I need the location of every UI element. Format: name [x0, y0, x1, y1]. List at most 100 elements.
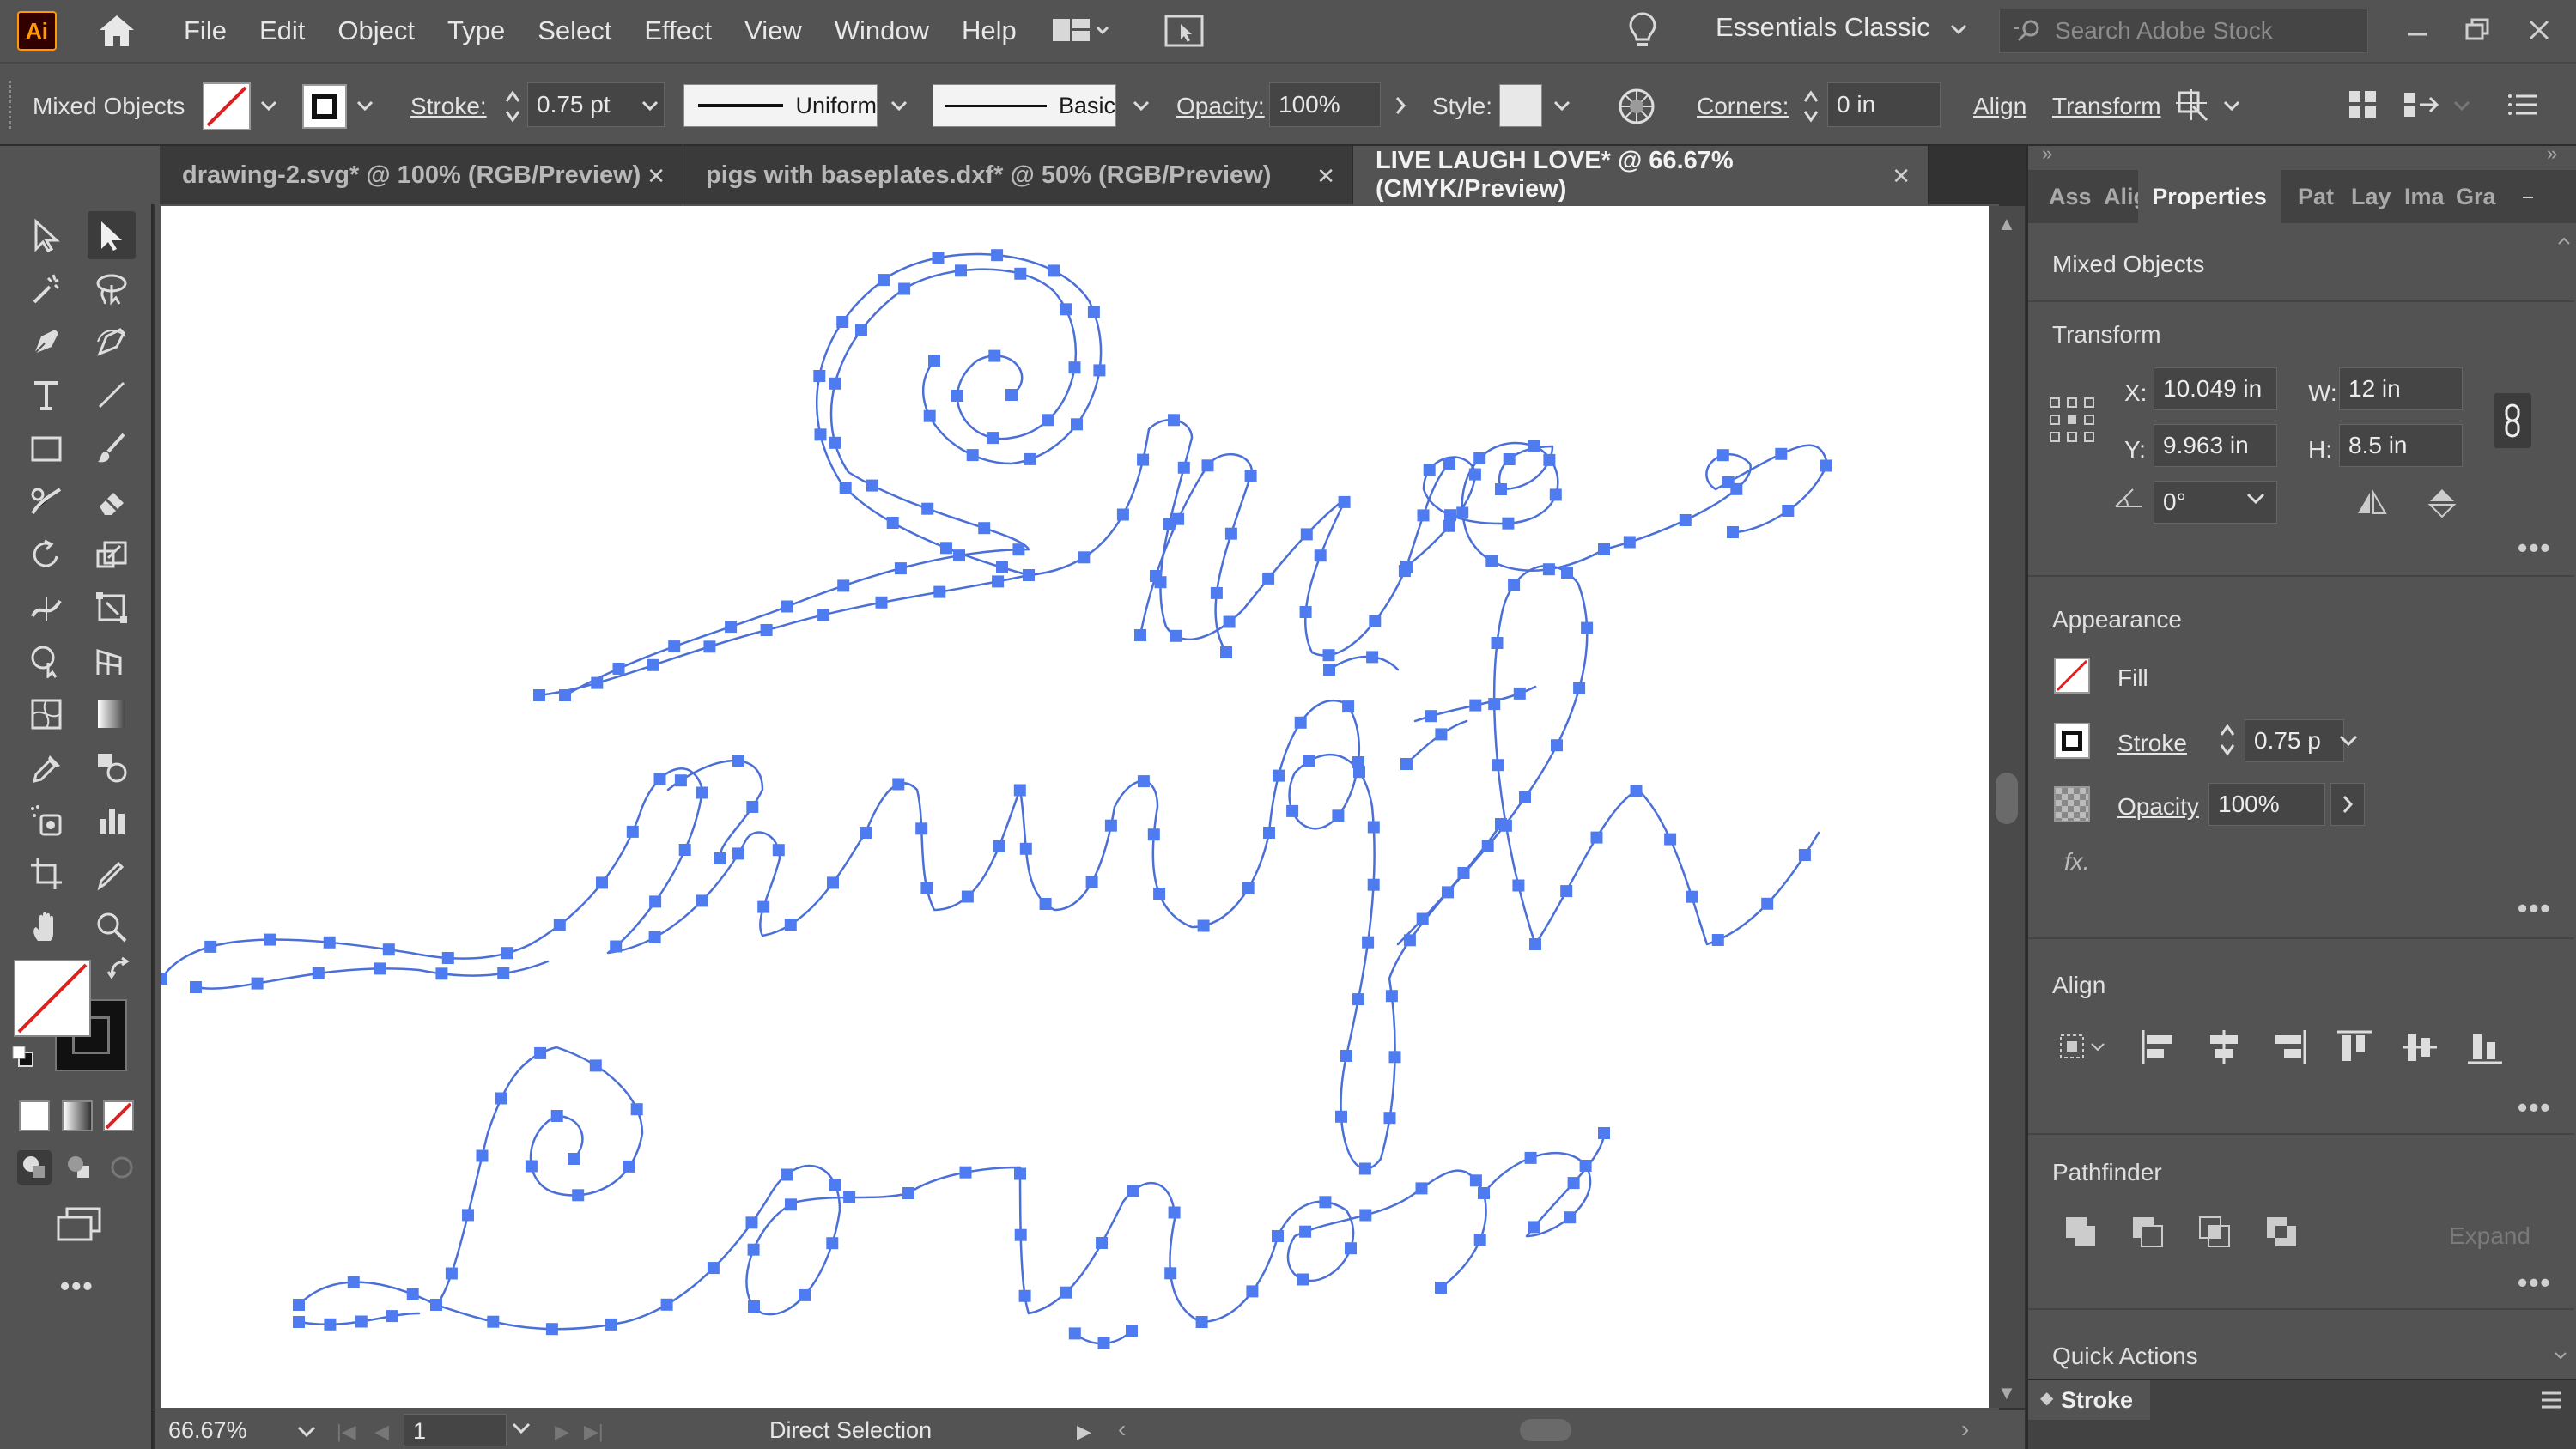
angle-chevron-icon[interactable] [2246, 493, 2265, 509]
anchor-point[interactable] [781, 1168, 793, 1181]
gradient-tool-icon[interactable] [88, 690, 136, 738]
eyedropper-tool-icon[interactable] [22, 743, 70, 791]
graphic-style-swatch[interactable] [1499, 84, 1542, 127]
zoom-tool-icon[interactable] [88, 903, 136, 951]
anchor-point[interactable] [1598, 1127, 1610, 1139]
anchor-point[interactable] [1358, 1162, 1371, 1175]
anchor-point[interactable] [1417, 509, 1430, 522]
anchor-point[interactable] [932, 252, 945, 264]
draw-normal-icon[interactable] [17, 1150, 52, 1185]
anchor-point[interactable] [696, 894, 708, 907]
anchor-point[interactable] [696, 786, 708, 799]
anchor-point[interactable] [668, 640, 681, 653]
stroke-swatch[interactable] [302, 84, 347, 129]
anchor-point[interactable] [1623, 536, 1636, 549]
appearance-opacity-label[interactable]: Opacity [2117, 793, 2199, 821]
align-link[interactable]: Align [1973, 93, 2026, 120]
align-top-icon[interactable] [2334, 1027, 2375, 1068]
anchor-point[interactable] [781, 600, 793, 613]
anchor-point[interactable] [1468, 468, 1481, 481]
anchor-point[interactable] [1444, 509, 1456, 522]
anchor-point[interactable] [550, 1110, 563, 1122]
anchor-point[interactable] [1172, 512, 1185, 525]
anchor-point[interactable] [293, 1299, 305, 1311]
stroke-dropdown-chevron-icon[interactable] [352, 93, 378, 118]
anchor-point[interactable] [1023, 569, 1035, 581]
anchor-point[interactable] [1338, 495, 1351, 508]
anchor-point[interactable] [630, 1103, 643, 1116]
tab-layers[interactable]: Lay [2351, 170, 2391, 223]
anchor-point[interactable] [1561, 567, 1573, 579]
anchor-point[interactable] [293, 1316, 305, 1328]
anchor-point[interactable] [1134, 629, 1146, 641]
anchor-point[interactable] [1019, 842, 1032, 855]
anchor-point[interactable] [1168, 1206, 1181, 1219]
close-window-icon[interactable] [2514, 9, 2564, 52]
line-segment-tool-icon[interactable] [88, 371, 136, 419]
fill-dropdown-chevron-icon[interactable] [256, 93, 282, 118]
anchor-point[interactable] [1488, 698, 1501, 711]
anchor-point[interactable] [572, 1189, 585, 1202]
anchor-point[interactable] [1528, 440, 1540, 452]
anchor-point[interactable] [1385, 990, 1398, 1003]
anchor-point[interactable] [649, 895, 662, 908]
anchor-point[interactable] [799, 1288, 811, 1301]
close-tab-icon[interactable]: ✕ [1316, 163, 1335, 190]
gradient-mode-icon[interactable] [62, 1100, 93, 1131]
anchor-point[interactable] [1775, 447, 1788, 460]
stroke-panel-expand-icon[interactable]: ◆ [2040, 1387, 2053, 1409]
anchor-point[interactable] [1299, 606, 1312, 618]
draw-inside-icon[interactable] [105, 1150, 139, 1185]
anchor-point[interactable] [1469, 1174, 1482, 1187]
vertical-scroll-thumb[interactable] [1996, 773, 2018, 824]
anchor-point[interactable] [826, 1237, 839, 1250]
anchor-point[interactable] [1529, 938, 1541, 950]
anchor-point[interactable] [495, 1092, 507, 1105]
anchor-point[interactable] [1442, 886, 1454, 899]
flip-horizontal-icon[interactable] [2354, 488, 2389, 518]
anchor-point[interactable] [430, 1299, 442, 1311]
anchor-point[interactable] [355, 1315, 368, 1328]
appearance-fill-swatch[interactable] [2054, 658, 2090, 694]
anchor-point[interactable] [1013, 784, 1026, 797]
anchor-point[interactable] [1342, 700, 1355, 713]
anchor-point[interactable] [1473, 1234, 1486, 1246]
rectangle-tool-icon[interactable] [22, 424, 70, 472]
menu-edit[interactable]: Edit [259, 15, 305, 46]
opacity-arrow-icon[interactable] [1388, 93, 1413, 118]
anchor-point[interactable] [596, 876, 608, 889]
tab-assets[interactable]: Ass [2049, 170, 2092, 223]
anchor-point[interactable] [940, 542, 952, 555]
anchor-point[interactable] [1542, 563, 1555, 576]
panel-overflow-icon[interactable] [2518, 180, 2569, 215]
anchor-point[interactable] [993, 840, 1005, 852]
lightbulb-icon[interactable] [1613, 5, 1673, 57]
anchor-point[interactable] [1485, 555, 1498, 567]
pathfinder-unite-icon[interactable] [2061, 1212, 2102, 1253]
anchor-point[interactable] [1478, 1187, 1490, 1199]
adobe-stock-search[interactable]: Search Adobe Stock [1999, 9, 2368, 53]
brush-chevron-icon[interactable] [1128, 93, 1154, 118]
pathfinder-minus-front-icon[interactable] [2128, 1212, 2169, 1253]
menu-view[interactable]: View [744, 15, 802, 46]
anchor-point[interactable] [487, 1315, 500, 1328]
anchor-point[interactable] [647, 658, 659, 671]
stroke-weight-chevron-icon[interactable] [637, 93, 663, 118]
anchor-point[interactable] [1369, 615, 1382, 627]
control-bar-grip[interactable] [9, 81, 11, 129]
anchor-point[interactable] [1048, 264, 1060, 277]
workspace-switcher[interactable]: Essentials Classic [1716, 12, 1968, 43]
anchor-point[interactable] [920, 882, 933, 894]
tab-image-trace[interactable]: Ima [2404, 170, 2445, 223]
anchor-point[interactable] [760, 624, 773, 636]
anchor-point[interactable] [1153, 888, 1166, 900]
style-chevron-icon[interactable] [1549, 93, 1575, 118]
none-mode-icon[interactable] [103, 1100, 134, 1131]
pathfinder-intersect-icon[interactable] [2195, 1212, 2236, 1253]
free-transform-tool-icon[interactable] [88, 584, 136, 632]
appearance-stroke-stepper[interactable] [2219, 719, 2239, 762]
lasso-tool-icon[interactable] [88, 264, 136, 312]
stroke-stepper[interactable] [500, 86, 526, 127]
anchor-point[interactable] [610, 940, 623, 953]
anchor-point[interactable] [324, 1318, 337, 1331]
